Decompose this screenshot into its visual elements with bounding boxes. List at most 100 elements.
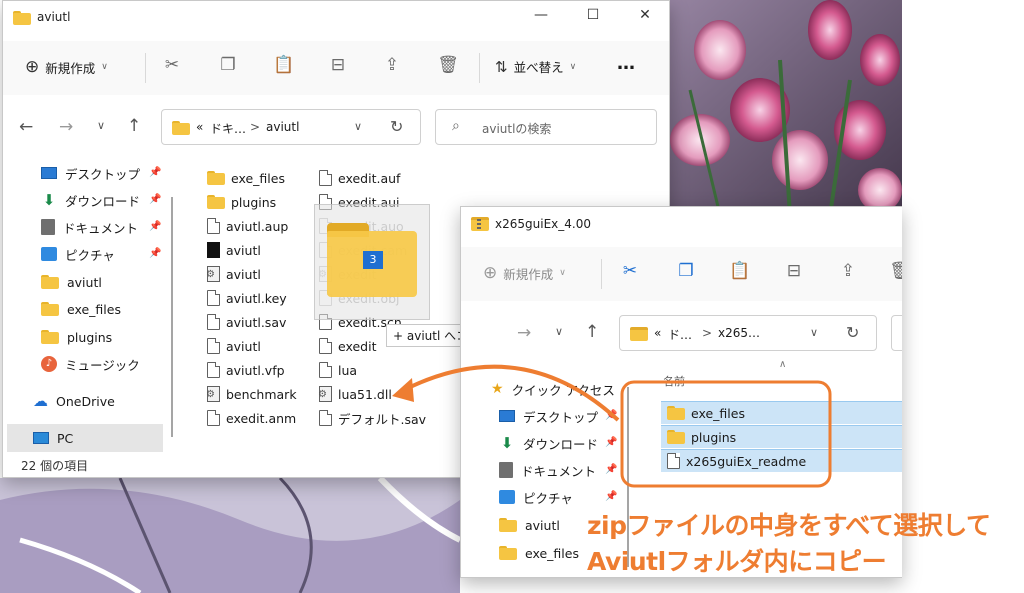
address-bar[interactable]: « ドキ… > aviutl ∨ ↻ [161, 109, 421, 145]
new-button[interactable]: ⊕ 新規作成 ∨ [25, 57, 108, 77]
file-item[interactable]: exedit.auf [319, 167, 400, 189]
sidebar-item-pictures[interactable]: ピクチャ [499, 485, 573, 509]
file-item[interactable]: デフォルト.sav [319, 407, 426, 429]
sort-icon: ⇅ [495, 57, 508, 76]
file-name: exedit.anm [226, 410, 297, 426]
settings-file-icon [318, 386, 332, 402]
pin-icon[interactable]: 📌 [605, 491, 617, 502]
delete-icon[interactable]: 🗑 [437, 55, 459, 75]
forward-arrow-icon[interactable]: → [59, 117, 73, 137]
file-item-selected[interactable]: plugins [661, 425, 902, 448]
file-item[interactable]: aviutl [207, 335, 261, 357]
sidebar-item-pictures[interactable]: ピクチャ [41, 242, 115, 266]
copy-icon[interactable]: ❐ [675, 261, 697, 281]
pin-icon[interactable]: 📌 [605, 437, 617, 448]
file-item[interactable]: plugins [207, 191, 276, 213]
more-options-button[interactable]: … [617, 53, 635, 74]
copy-icon[interactable]: ❐ [217, 55, 239, 75]
pin-icon[interactable]: 📌 [149, 221, 161, 232]
recent-chevron-icon[interactable]: ∨ [555, 325, 563, 338]
up-arrow-icon[interactable]: ↑ [585, 322, 599, 342]
sidebar-item-aviutl[interactable]: aviutl [41, 270, 102, 294]
sidebar-item-downloads[interactable]: ⬇ ダウンロード [499, 431, 598, 455]
new-button[interactable]: ⊕ 新規作成 ∨ [483, 263, 566, 283]
settings-file-icon [206, 386, 220, 402]
sidebar-item-desktop[interactable]: デスクトップ [41, 161, 140, 185]
file-item[interactable]: lua51.dll [318, 383, 392, 405]
file-name: exe_files [691, 405, 745, 421]
chevron-down-icon[interactable]: ∨ [354, 120, 362, 133]
file-item[interactable]: aviutl [207, 239, 261, 261]
sidebar-item-label: ドキュメント [63, 220, 139, 236]
pin-icon[interactable]: 📌 [149, 194, 161, 205]
share-icon[interactable]: ⇪ [837, 261, 859, 281]
file-item[interactable]: exedit [319, 335, 376, 357]
cut-icon[interactable]: ✂ [619, 261, 641, 281]
sidebar-item-label: デスクトップ [523, 409, 599, 425]
sidebar-item-desktop[interactable]: デスクトップ [499, 404, 598, 428]
refresh-icon[interactable]: ↻ [390, 117, 403, 136]
file-item[interactable]: aviutl [206, 263, 261, 285]
rename-icon[interactable]: ⊟ [783, 261, 805, 281]
file-item-selected[interactable]: exe_files [661, 401, 902, 424]
sidebar-scrollbar[interactable] [171, 197, 173, 437]
share-icon[interactable]: ⇪ [381, 55, 403, 75]
file-item[interactable]: exe_files [207, 167, 285, 189]
folder-icon [207, 171, 225, 185]
address-bar[interactable]: « ド… > x265… ∨ ↻ [619, 315, 877, 351]
file-name: aviutl [226, 266, 261, 282]
sidebar-item-documents[interactable]: ドキュメント [499, 458, 596, 482]
file-item[interactable]: exedit.anm [207, 407, 296, 429]
file-item[interactable]: lua [319, 359, 357, 381]
up-arrow-icon[interactable]: ↑ [127, 116, 141, 136]
chevron-down-icon[interactable]: ∨ [810, 326, 818, 339]
cut-icon[interactable]: ✂ [161, 55, 183, 75]
back-arrow-icon[interactable]: ← [19, 117, 33, 137]
pin-icon[interactable]: 📌 [605, 410, 617, 421]
command-bar: ⊕ 新規作成 ∨ ✂ ❐ 📋 ⊟ ⇪ 🗑 [461, 247, 902, 301]
breadcrumb-documents[interactable]: ド… [668, 326, 692, 343]
search-box[interactable] [891, 315, 902, 351]
file-item-selected[interactable]: x265guiEx_readme [661, 449, 902, 472]
sort-button[interactable]: ⇅ 並べ替え ∨ [495, 57, 576, 76]
column-header-name[interactable]: 名前 [663, 373, 685, 389]
search-box[interactable]: ⌕ aviutlの検索 [435, 109, 657, 145]
pin-icon[interactable]: 📌 [605, 464, 617, 475]
sidebar-item-exe-files[interactable]: exe_files [41, 297, 121, 321]
file-item[interactable]: aviutl.sav [207, 311, 286, 333]
sidebar-item-downloads[interactable]: ⬇ ダウンロード [41, 188, 140, 212]
settings-file-icon [206, 266, 220, 282]
delete-icon[interactable]: 🗑 [889, 261, 902, 281]
pin-icon[interactable]: 📌 [149, 248, 161, 259]
sort-label: 並べ替え [513, 60, 564, 75]
sidebar-item-music[interactable]: ♪ ミュージック [41, 352, 140, 376]
breadcrumb-x265[interactable]: x265… [718, 326, 760, 340]
file-item[interactable]: aviutl.aup [207, 215, 288, 237]
file-item[interactable]: aviutl.vfp [207, 359, 285, 381]
sidebar-item-exe-files[interactable]: exe_files [499, 541, 579, 565]
rename-icon[interactable]: ⊟ [327, 55, 349, 75]
title-bar[interactable]: x265guiEx_4.00 [461, 207, 902, 239]
breadcrumb-aviutl[interactable]: aviutl [266, 120, 299, 134]
sidebar-item-onedrive[interactable]: ☁ OneDrive [33, 389, 115, 413]
maximize-button[interactable]: ☐ [583, 7, 603, 23]
file-item[interactable]: benchmark [206, 383, 297, 405]
recent-chevron-icon[interactable]: ∨ [97, 119, 105, 132]
sidebar-item-pc[interactable]: PC [33, 426, 73, 450]
sidebar-item-plugins[interactable]: plugins [41, 325, 112, 349]
title-bar[interactable]: aviutl — ☐ ✕ [3, 1, 669, 33]
sidebar-item-label: ピクチャ [523, 490, 573, 506]
paste-icon[interactable]: 📋 [729, 261, 751, 281]
forward-arrow-icon[interactable]: → [517, 323, 531, 343]
breadcrumb-documents[interactable]: ドキ… [210, 120, 246, 137]
sidebar-item-aviutl[interactable]: aviutl [499, 513, 560, 537]
file-item[interactable]: aviutl.key [207, 287, 287, 309]
sidebar-item-documents[interactable]: ドキュメント [41, 215, 138, 239]
refresh-icon[interactable]: ↻ [846, 323, 859, 342]
paste-icon[interactable]: 📋 [273, 55, 295, 75]
minimize-button[interactable]: — [531, 7, 551, 23]
drag-count-badge: 3 [363, 251, 383, 269]
sidebar-item-quick-access[interactable]: ★ クイック アクセス [491, 377, 615, 401]
close-button[interactable]: ✕ [635, 7, 655, 23]
pin-icon[interactable]: 📌 [149, 167, 161, 178]
